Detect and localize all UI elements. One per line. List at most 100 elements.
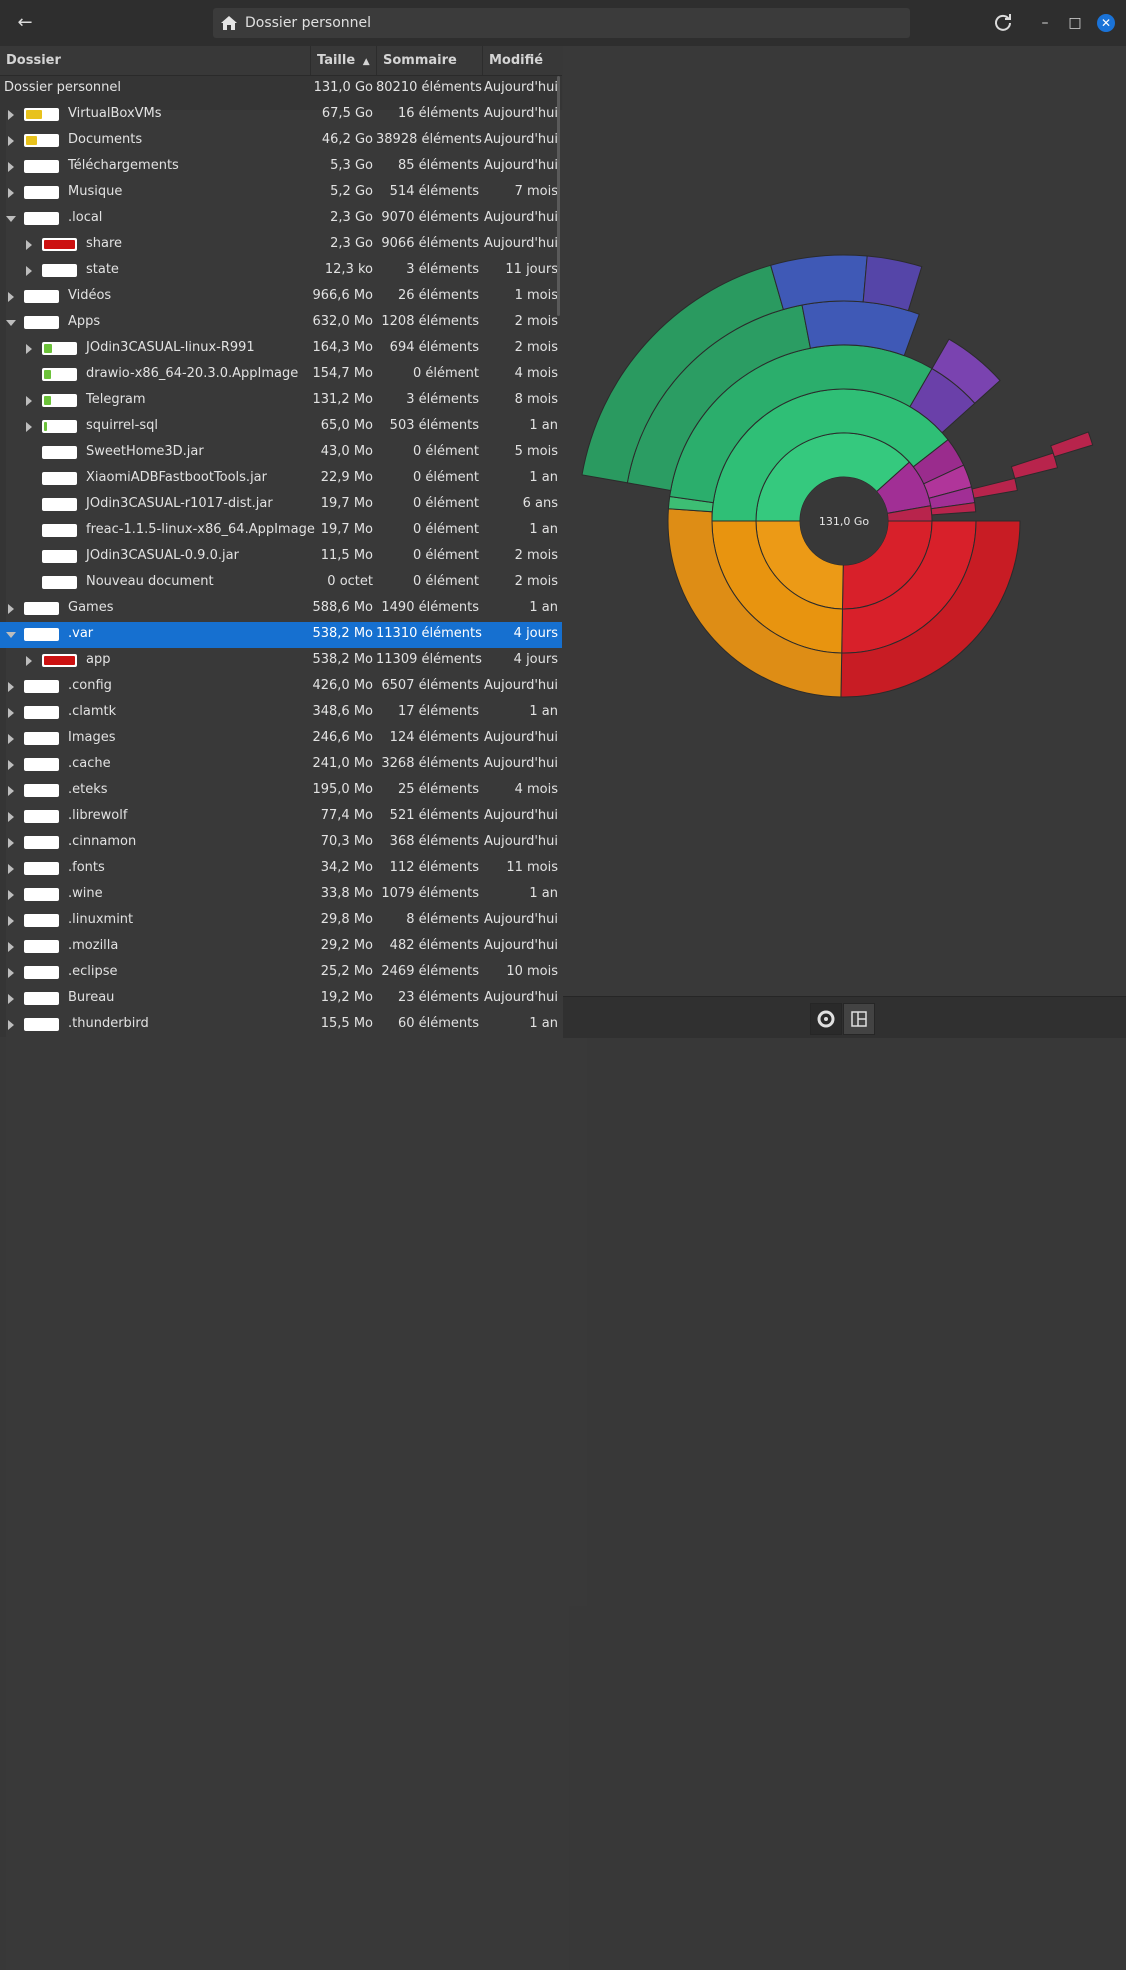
folder-row[interactable]: Bureau 19,2 Mo 23 éléments Aujourd'hui [0,986,569,1944]
folder-row[interactable]: .librewolf 77,4 Mo 521 éléments Aujourd'hui [0,804,569,1762]
ring-chart-view-button[interactable] [810,1003,842,1035]
folder-modified: Aujourd'hui [484,990,558,1005]
folder-row[interactable]: JOdin3CASUAL-r1017-dist.jar 19,7 Mo 0 élém… [0,492,562,518]
folder-row[interactable]: .eteks 195,0 Mo 25 éléments 4 mois [0,778,569,1736]
folder-modified: Aujourd'hui [484,132,558,147]
close-icon[interactable]: ✕ [1097,14,1115,32]
folder-row[interactable]: .eclipse 25,2 Mo 2469 éléments 10 mois [0,960,569,1918]
column-modified[interactable]: Modifié [483,46,562,75]
folder-row[interactable]: Games 588,6 Mo 1490 éléments 1 an [0,596,569,1554]
folder-modified: 1 an [529,600,558,615]
root-row[interactable]: Dossier personnel 131,0 Go 80210 élément… [0,76,562,102]
folder-name: Images [68,730,116,745]
location-bar[interactable]: Dossier personnel [213,8,910,38]
folder-name: .wine [68,886,103,901]
minimize-icon[interactable]: – [1036,14,1054,32]
folder-row[interactable]: JOdin3CASUAL-0.9.0.jar 11,5 Mo 0 élément 2 … [0,544,562,570]
folder-name: XiaomiADBFastbootTools.jar [86,470,267,485]
folder-row[interactable]: Apps 632,0 Mo 1208 éléments 2 mois [0,310,562,336]
folder-count: 25 éléments [397,782,479,797]
folder-row[interactable]: .mozilla 29,2 Mo 482 éléments Aujourd'hui [0,934,569,1892]
treemap-view-button[interactable] [843,1003,875,1035]
folder-modified: 10 mois [506,964,558,979]
folder-row[interactable]: XiaomiADBFastbootTools.jar 22,9 Mo 0 éléme… [0,466,562,492]
expanded-arrow-icon[interactable] [6,630,16,640]
size-bar [24,992,59,1005]
folder-row[interactable]: VirtualBoxVMs 67,5 Go 16 éléments Aujourd'h… [0,102,569,1060]
size-bar [24,134,59,147]
folder-name: .eteks [68,782,108,797]
folder-row[interactable]: Musique 5,2 Go 514 éléments 7 mois [0,180,569,1138]
folder-size: 65,0 Mo [320,418,373,433]
size-bar [42,368,77,381]
folder-modified: Aujourd'hui [484,106,558,121]
folder-row[interactable]: Documents 46,2 Go 38928 éléments Aujourd'hu… [0,128,569,1086]
location-text: Dossier personnel [245,15,372,31]
folder-size: 164,3 Mo [312,340,373,355]
folder-name: Bureau [68,990,115,1005]
ring-chart[interactable]: 131,0 Go [563,46,1126,996]
folder-size: 22,9 Mo [320,470,373,485]
folder-row[interactable]: .wine 33,8 Mo 1079 éléments 1 an [0,882,569,1840]
folder-count: 3 éléments [406,262,479,277]
folder-name: .local [68,210,103,225]
ring-segment-purple[interactable] [862,255,923,312]
folder-row[interactable]: share 2,3 Go 9066 éléments Aujourd'hui [0,232,587,1190]
folder-row[interactable]: Images 246,6 Mo 124 éléments Aujourd'hui [0,726,569,1684]
folder-row[interactable]: drawio-x86_64-20.3.0.AppImage 154,7 Mo 0 é… [0,362,562,388]
folder-row[interactable]: Nouveau document 0 octet 0 élément 2 mois [0,570,562,596]
back-arrow-icon[interactable]: ← [12,10,38,36]
folder-row[interactable]: SweetHome3D.jar 43,0 Mo 0 élément 5 mois [0,440,562,466]
size-bar [24,758,59,771]
scrollbar[interactable] [557,76,560,316]
folder-row[interactable]: Téléchargements 5,3 Go 85 éléments Aujourd'… [0,154,569,1112]
folder-row[interactable]: .local 2,3 Go 9070 éléments Aujourd'hui [0,206,562,232]
expanded-arrow-icon[interactable] [6,318,16,328]
column-size-label: Taille [317,53,356,68]
reload-icon[interactable] [992,12,1014,34]
folder-row[interactable]: JOdin3CASUAL-linux-R991 164,3 Mo 694 éléme… [0,336,587,1294]
folder-modified: 4 jours [513,652,558,667]
size-bar [42,576,77,589]
folder-row[interactable]: .linuxmint 29,8 Mo 8 éléments Aujourd'hui [0,908,569,1866]
folder-row[interactable]: state 12,3 ko 3 éléments 11 jours [0,258,587,1216]
folder-count: 11309 éléments [376,652,482,667]
column-count[interactable]: Sommaire [377,46,483,75]
folder-name: Games [68,600,114,615]
folder-row[interactable]: .clamtk 348,6 Mo 17 éléments 1 an [0,700,569,1658]
folder-row[interactable]: Vidéos 966,6 Mo 26 éléments 1 mois [0,284,569,1242]
folder-name: .fonts [68,860,105,875]
folder-row[interactable]: .fonts 34,2 Mo 112 éléments 11 mois [0,856,569,1814]
ring-segment-crimson[interactable] [1050,431,1094,458]
expanded-arrow-icon[interactable] [6,214,16,224]
folder-size: 0 octet [327,574,373,589]
column-header: Dossier Taille ▲ Sommaire Modifié [0,46,562,76]
ring-segment-blue[interactable] [770,254,868,311]
folder-name: .cache [68,756,111,771]
folder-row[interactable]: app 538,2 Mo 11309 éléments 4 jours [0,648,587,1606]
folder-row[interactable]: freac-1.1.5-linux-x86_64.AppImage 19,7 Mo… [0,518,562,544]
ring-segment-crimson[interactable] [971,477,1018,499]
size-bar [42,420,77,433]
folder-row[interactable]: Telegram 131,2 Mo 3 éléments 8 mois [0,388,587,1346]
size-bar [24,602,59,615]
folder-size: 131,2 Mo [312,392,373,407]
column-size[interactable]: Taille ▲ [311,46,377,75]
collapsed-arrow-icon[interactable] [6,1020,569,1970]
folder-row[interactable]: .thunderbird 15,5 Mo 60 éléments 1 an [0,1012,569,1970]
maximize-icon[interactable]: □ [1066,14,1084,32]
folder-row[interactable]: .var 538,2 Mo 11310 éléments 4 jours [0,622,562,648]
folder-name: JOdin3CASUAL-r1017-dist.jar [86,496,273,511]
folder-row[interactable]: .cache 241,0 Mo 3268 éléments Aujourd'hui [0,752,569,1710]
treemap-icon [851,1011,867,1027]
folder-row[interactable]: .cinnamon 70,3 Mo 368 éléments Aujourd'hui [0,830,569,1788]
folder-size: 25,2 Mo [320,964,373,979]
folder-name: Musique [68,184,123,199]
folder-row[interactable]: .config 426,0 Mo 6507 éléments Aujourd'hui [0,674,569,1632]
folder-name: Nouveau document [86,574,214,589]
home-icon [221,16,237,30]
column-folder[interactable]: Dossier [0,46,311,75]
size-bar [42,446,77,459]
folder-row[interactable]: squirrel-sql 65,0 Mo 503 éléments 1 an [0,414,587,1372]
ring-segment-crimson[interactable] [1010,452,1059,480]
